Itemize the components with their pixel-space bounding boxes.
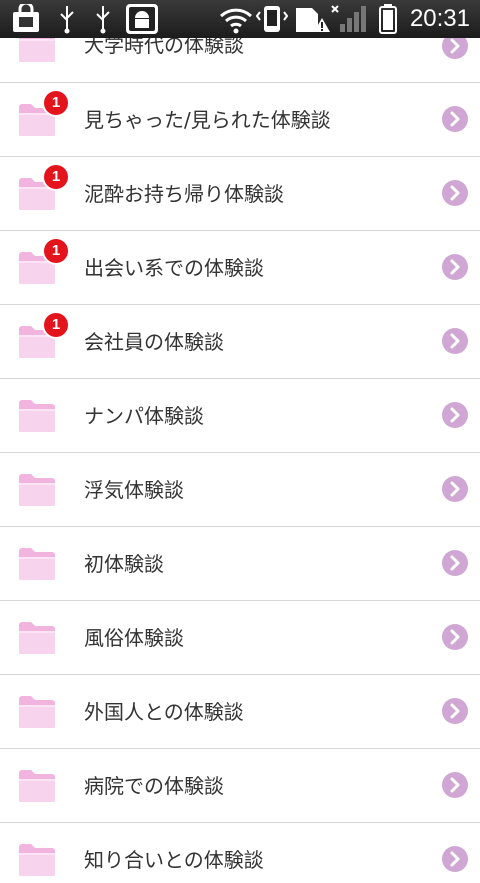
list-item[interactable]: 病院での体験談 [0, 749, 480, 823]
status-bar: 20:31 [0, 0, 480, 38]
wifi-icon [218, 4, 254, 38]
list-item-label: ナンパ体験談 [84, 404, 204, 428]
list-item[interactable]: 1 会社員の体験談 [0, 305, 480, 379]
folder-icon [18, 695, 56, 729]
list-item[interactable]: 大学時代の体験談 [0, 38, 480, 83]
list-item-label: 泥酔お持ち帰り体験談 [84, 182, 284, 206]
list-item[interactable]: 知り合いとの体験談 [0, 823, 480, 883]
chevron-right-icon[interactable] [442, 402, 468, 428]
folder-icon [18, 38, 56, 63]
unread-count-badge: 1 [44, 239, 68, 263]
chevron-right-icon[interactable] [442, 38, 468, 59]
list-item[interactable]: 1 泥酔お持ち帰り体験談 [0, 157, 480, 231]
list-item[interactable]: 初体験談 [0, 527, 480, 601]
folder-icon [18, 473, 56, 507]
chevron-right-icon[interactable] [442, 550, 468, 576]
list-item-label: 見ちゃった/見られた体験談 [84, 108, 331, 132]
list-item-label: 風俗体験談 [84, 626, 184, 650]
list-item-label: 出会い系での体験談 [84, 256, 264, 280]
sim-warning-icon [292, 4, 330, 38]
list-item-label: 知り合いとの体験談 [84, 848, 264, 872]
list-item-label: 大学時代の体験談 [84, 38, 244, 57]
folder-icon [18, 547, 56, 581]
shopping-bag-icon [10, 1, 42, 38]
chevron-right-icon[interactable] [442, 254, 468, 280]
vibrate-icon [255, 4, 289, 38]
usb-icon [56, 4, 78, 38]
chevron-right-icon[interactable] [442, 476, 468, 502]
chevron-right-icon[interactable] [442, 846, 468, 872]
chevron-right-icon[interactable] [442, 698, 468, 724]
chevron-right-icon[interactable] [442, 328, 468, 354]
unread-count-badge: 1 [44, 313, 68, 337]
chevron-right-icon[interactable] [442, 180, 468, 206]
list-item[interactable]: ナンパ体験談 [0, 379, 480, 453]
category-list: 大学時代の体験談 1 見ちゃった/見られた体験談 1 泥酔お持ち帰り体験談 1 出会い系での… [0, 38, 480, 883]
unread-count-badge: 1 [44, 91, 68, 115]
list-item-label: 浮気体験談 [84, 478, 184, 502]
list-item[interactable]: 風俗体験談 [0, 601, 480, 675]
folder-icon [18, 843, 56, 877]
chevron-right-icon[interactable] [442, 772, 468, 798]
usb-icon [92, 4, 114, 38]
list-item[interactable]: 1 見ちゃった/見られた体験談 [0, 83, 480, 157]
signal-icon [330, 4, 366, 38]
list-item-label: 病院での体験談 [84, 774, 224, 798]
folder-icon [18, 399, 56, 433]
list-item-label: 会社員の体験談 [84, 330, 224, 354]
android-debug-icon [126, 4, 158, 38]
list-item[interactable]: 外国人との体験談 [0, 675, 480, 749]
unread-count-badge: 1 [44, 165, 68, 189]
list-item[interactable]: 1 出会い系での体験談 [0, 231, 480, 305]
folder-icon [18, 621, 56, 655]
folder-icon [18, 769, 56, 803]
battery-icon [378, 4, 398, 38]
chevron-right-icon[interactable] [442, 624, 468, 650]
clock: 20:31 [409, 5, 470, 32]
list-item-label: 初体験談 [84, 552, 164, 576]
list-item[interactable]: 浮気体験談 [0, 453, 480, 527]
list-item-label: 外国人との体験談 [84, 700, 244, 724]
chevron-right-icon[interactable] [442, 106, 468, 132]
